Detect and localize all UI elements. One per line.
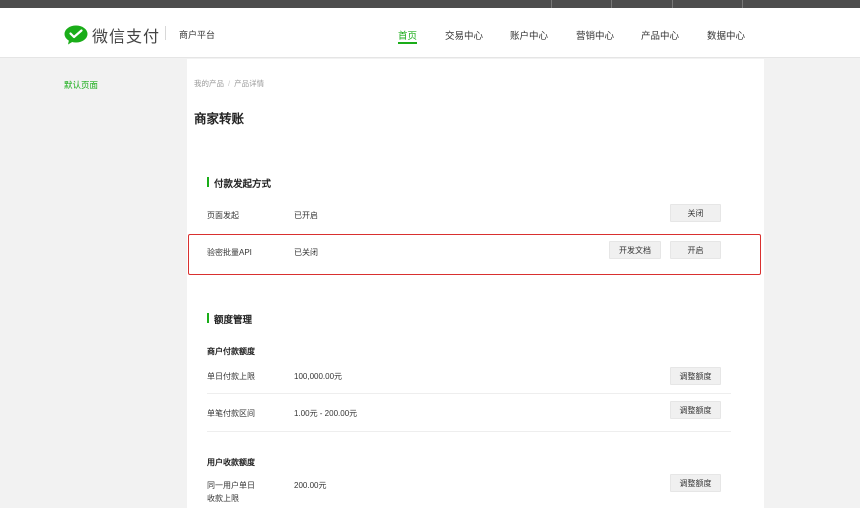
nav-home[interactable]: 首页 [398,28,417,42]
nav-account[interactable]: 账户中心 [510,28,548,42]
close-page-initiate-button[interactable]: 关闭 [670,204,721,222]
row-value-user-daily: 200.00元 [294,481,327,490]
section-title-payment-methods: 付款发起方式 [207,176,271,190]
nav-products[interactable]: 产品中心 [641,28,679,42]
row-value-daily-limit: 100,000.00元 [294,372,343,381]
breadcrumb-my-products[interactable]: 我的产品 [194,79,224,88]
row-divider [207,393,731,394]
main-panel [187,59,764,508]
merchant-quota-heading: 商户付款额度 [207,347,255,356]
toolbar-separator [672,0,673,8]
page-title: 商家转账 [194,112,245,126]
adjust-daily-limit-button[interactable]: 调整额度 [670,367,721,385]
header: 微信支付 商户平台 首页 交易中心 账户中心 营销中心 产品中心 数据中心 [0,8,860,58]
row-value-per-payment-range: 1.00元 - 200.00元 [294,409,358,418]
adjust-user-limit-button[interactable]: 调整额度 [670,474,721,492]
toolbar-separator [551,0,552,8]
platform-name: 商户平台 [179,30,216,40]
breadcrumb-product-detail: 产品详情 [234,79,265,88]
nav-transactions[interactable]: 交易中心 [445,28,483,42]
breadcrumb-separator: / [228,79,231,88]
row-label-per-payment-range: 单笔付款区间 [207,409,255,418]
row-label-user-daily-line2: 收款上限 [207,494,239,503]
user-quota-heading: 用户收款额度 [207,458,255,467]
row-label-user-daily-line1: 同一用户单日 [207,481,255,490]
breadcrumb: 我的产品 / 产品详情 [194,78,264,89]
highlight-box [188,234,761,275]
nav-data[interactable]: 数据中心 [707,28,745,42]
row-label-daily-limit: 单日付款上限 [207,372,255,381]
toolbar-separator [611,0,612,8]
toolbar-separator [742,0,743,8]
row-label-page-initiate: 页面发起 [207,211,239,220]
nav-active-indicator [398,42,417,44]
wechat-pay-icon [64,25,88,45]
wechat-pay-logo[interactable]: 微信支付 [64,23,160,47]
sidebar-item-default-page[interactable]: 默认页面 [64,79,98,91]
row-divider [207,431,731,432]
logo-divider [165,26,166,40]
adjust-payment-range-button[interactable]: 调整额度 [670,401,721,419]
top-toolbar-strip [0,0,860,8]
row-status-page-initiate: 已开启 [294,211,318,220]
section-title-quota: 额度管理 [207,312,252,326]
nav-marketing[interactable]: 营销中心 [576,28,614,42]
logo-text: 微信支付 [92,29,161,46]
